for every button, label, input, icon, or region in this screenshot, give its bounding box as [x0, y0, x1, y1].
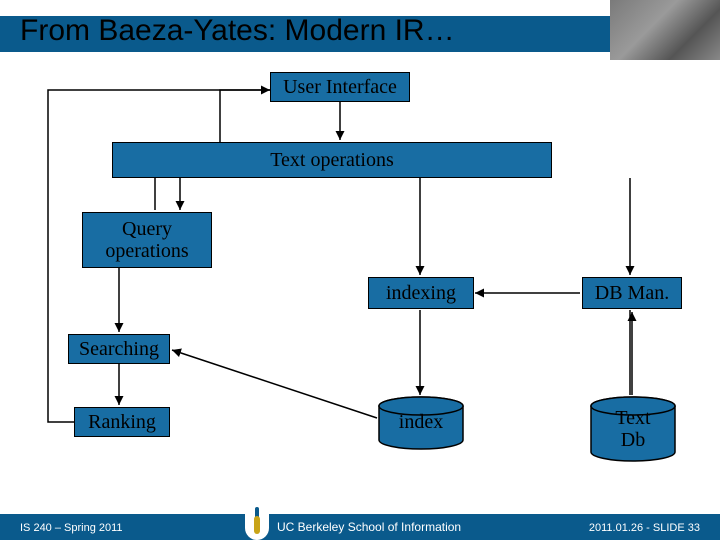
node-text-db-cylinder: Text Db — [590, 396, 676, 454]
label: Text operations — [270, 149, 394, 171]
node-text-operations: Text operations — [112, 142, 552, 178]
slide-title: From Baeza-Yates: Modern IR… — [20, 14, 455, 48]
node-query-operations: Query operations — [82, 212, 212, 268]
label: User Interface — [283, 76, 397, 98]
footer-slide-number: 2011.01.26 - SLIDE 33 — [589, 522, 700, 534]
label: DB Man. — [595, 282, 669, 304]
node-index-cylinder: index — [378, 396, 464, 442]
label: indexing — [386, 282, 456, 304]
footer-course: IS 240 – Spring 2011 — [20, 522, 123, 534]
header-photo-decor — [610, 0, 720, 60]
node-db-man: DB Man. — [582, 277, 682, 309]
node-ranking: Ranking — [74, 407, 170, 437]
node-searching: Searching — [68, 334, 170, 364]
footer-logo: UC Berkeley School of Information — [245, 510, 461, 540]
footer-bar: IS 240 – Spring 2011 UC Berkeley School … — [0, 514, 720, 540]
node-user-interface: User Interface — [270, 72, 410, 102]
node-indexing: indexing — [368, 277, 474, 309]
footer-logo-text: UC Berkeley School of Information — [277, 520, 461, 534]
label: Query operations — [105, 218, 188, 262]
label: Searching — [79, 338, 159, 360]
ischool-icon — [245, 510, 269, 540]
label: Text Db — [615, 407, 650, 451]
label: index — [399, 411, 443, 433]
label: Ranking — [88, 411, 156, 433]
diagram-canvas: User Interface Text operations Query ope… — [0, 0, 720, 540]
